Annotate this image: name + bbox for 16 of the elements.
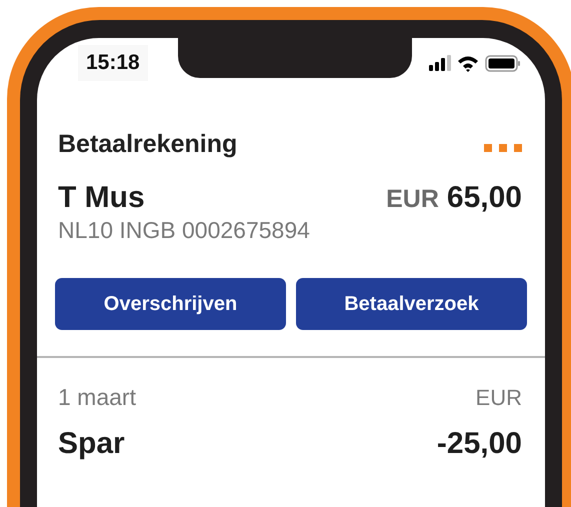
- transaction-description[interactable]: Spar: [58, 427, 125, 461]
- battery-icon: [485, 54, 521, 72]
- account-balance: 65,00: [446, 181, 522, 214]
- signal-icon: [429, 55, 451, 71]
- transaction-date: 1 maart: [58, 384, 136, 411]
- action-button[interactable]: Overschrijven: [55, 278, 286, 330]
- status-time: 15:18: [78, 45, 148, 81]
- wifi-icon: [457, 54, 479, 72]
- account-iban: NL10 INGB 0002675894: [58, 217, 311, 244]
- account-holder: T Mus: [58, 181, 145, 215]
- currency-label: EUR: [386, 185, 439, 213]
- more-icon[interactable]: [484, 144, 522, 152]
- currency-label: EUR: [476, 385, 522, 411]
- account-title: Betaalrekening: [58, 130, 238, 159]
- action-button[interactable]: Betaalverzoek: [296, 278, 527, 330]
- transaction-amount: -25,00: [436, 427, 522, 461]
